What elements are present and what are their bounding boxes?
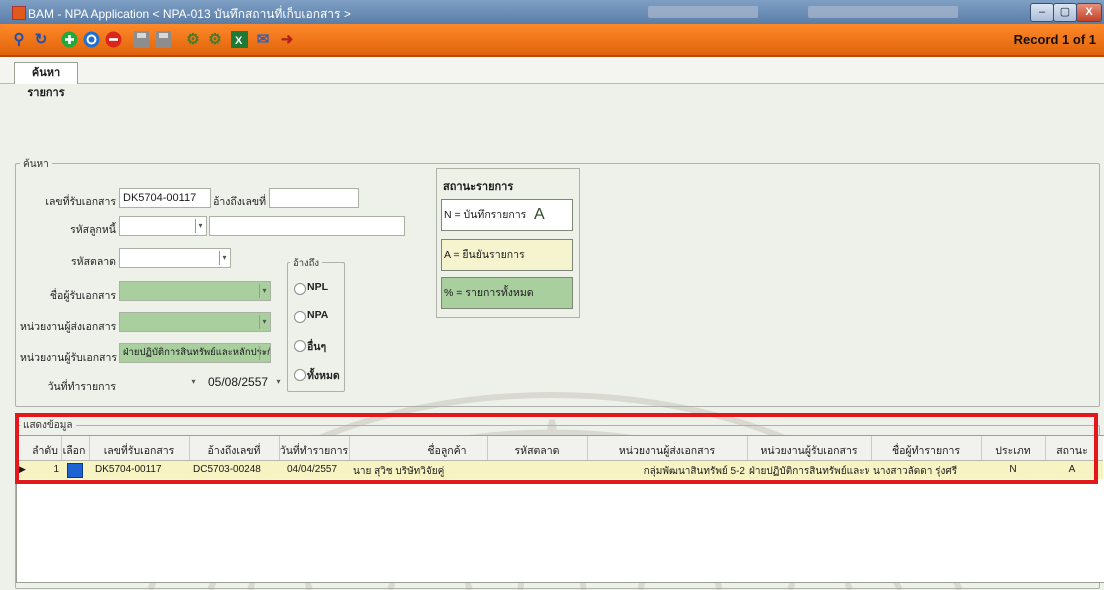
sender-unit-select[interactable]: ▾ (119, 312, 271, 332)
ref-type-legend: อ้างถึง (290, 256, 323, 271)
sender-name-label: ชื่อผู้รับเอกสาร (49, 290, 116, 302)
radio-npl[interactable] (294, 283, 306, 295)
receiver-unit-label: หน่วยงานผู้รับเอกสาร (20, 352, 118, 364)
radio-other[interactable] (294, 340, 306, 352)
status-new-value: A (534, 206, 545, 223)
chevron-down-icon: ▾ (276, 377, 281, 386)
sender-name-select[interactable]: ▾ (119, 281, 271, 301)
radio-all[interactable] (294, 369, 306, 381)
sender-unit-label: หน่วยงานผู้ส่งเอกสาร (20, 321, 117, 333)
add-icon[interactable] (60, 30, 78, 48)
chevron-down-icon: ▾ (195, 219, 205, 233)
receiver-unit-value: ฝ่ายปฏิบัติการสินทรัพย์และหลักประกัน (123, 347, 271, 358)
status-all-button[interactable]: % = รายการทั้งหมด (441, 277, 573, 309)
mail-icon[interactable]: ✉ (254, 30, 272, 48)
app-icon (12, 6, 26, 20)
settings-cancel-icon[interactable]: ⚙ (206, 30, 224, 48)
refresh-icon[interactable]: ↻ (32, 30, 50, 48)
ref-no-label: อ้างถึงเลขที่ (213, 196, 266, 208)
customer-code-label: รหัสลูกหนี้ (70, 224, 116, 236)
radio-all-label: ทั้งหมด (307, 370, 340, 382)
status-panel: สถานะรายการ N = บันทึกรายการ A A = ยืนยัน… (436, 168, 580, 318)
customer-name-input[interactable] (209, 216, 405, 236)
close-button[interactable]: X (1076, 3, 1102, 22)
date-to-select[interactable]: 05/08/2557 ▾ (204, 372, 286, 392)
excel-icon[interactable]: X (230, 30, 248, 48)
window-title: BAM - NPA Application < NPA-013 บันทึกสถ… (28, 7, 351, 21)
exit-icon[interactable]: ➜ (278, 30, 296, 48)
chevron-down-icon: ▾ (191, 377, 196, 386)
chevron-down-icon: ▾ (219, 251, 229, 265)
status-new-button[interactable]: N = บันทึกรายการ A (441, 199, 573, 231)
status-legend: สถานะรายการ (443, 181, 514, 193)
maximize-button[interactable]: ▢ (1053, 3, 1077, 22)
radio-other-label: อื่นๆ (307, 341, 327, 353)
tab-search-list[interactable]: ค้นหารายการ (14, 62, 78, 99)
minimize-button[interactable]: – (1030, 3, 1054, 22)
chevron-down-icon: ▾ (259, 315, 269, 329)
radio-npa-label: NPA (307, 309, 329, 321)
customer-code-select[interactable]: ▾ (119, 216, 207, 236)
save-all-icon[interactable] (154, 30, 172, 48)
record-counter: Record 1 of 1 (1013, 32, 1096, 47)
search-icon[interactable]: ⚲ (10, 30, 28, 48)
doc-no-label: เลขที่รับเอกสาร (45, 196, 116, 208)
svg-text:X: X (235, 35, 243, 47)
status-confirm-button[interactable]: A = ยืนยันรายการ (441, 239, 573, 271)
radio-npl-label: NPL (307, 281, 328, 293)
delete-icon[interactable] (104, 30, 122, 48)
highlight-box (15, 413, 1098, 484)
date-from-select[interactable]: ▾ (119, 372, 201, 392)
window-titlebar: BAM - NPA Application < NPA-013 บันทึกสถ… (0, 0, 1104, 25)
tab-strip (0, 57, 1104, 84)
settings-icon[interactable]: ⚙ (184, 30, 202, 48)
market-code-select[interactable]: ▾ (119, 248, 231, 268)
radio-npa[interactable] (294, 311, 306, 323)
blurred-taskbar-item (648, 6, 758, 18)
receiver-unit-select[interactable]: ฝ่ายปฏิบัติการสินทรัพย์และหลักประกัน ▾ (119, 343, 271, 363)
market-code-label: รหัสตลาด (71, 256, 116, 268)
status-new-label: N = บันทึกรายการ (444, 209, 527, 221)
info-icon[interactable] (82, 30, 100, 48)
ref-no-input[interactable] (269, 188, 359, 208)
chevron-down-icon: ▾ (259, 346, 269, 360)
main-toolbar: ⚲ ↻ ⚙ ⚙ X ✉ ➜ Record 1 of 1 (0, 24, 1104, 57)
save-icon[interactable] (132, 30, 150, 48)
chevron-down-icon: ▾ (259, 284, 269, 298)
date-label: วันที่ทำรายการ (47, 381, 116, 393)
search-legend: ค้นหา (20, 157, 52, 172)
date-value: 05/08/2557 (208, 375, 269, 389)
blurred-taskbar-item (808, 6, 958, 18)
doc-no-input[interactable]: DK5704-00117 (119, 188, 211, 208)
